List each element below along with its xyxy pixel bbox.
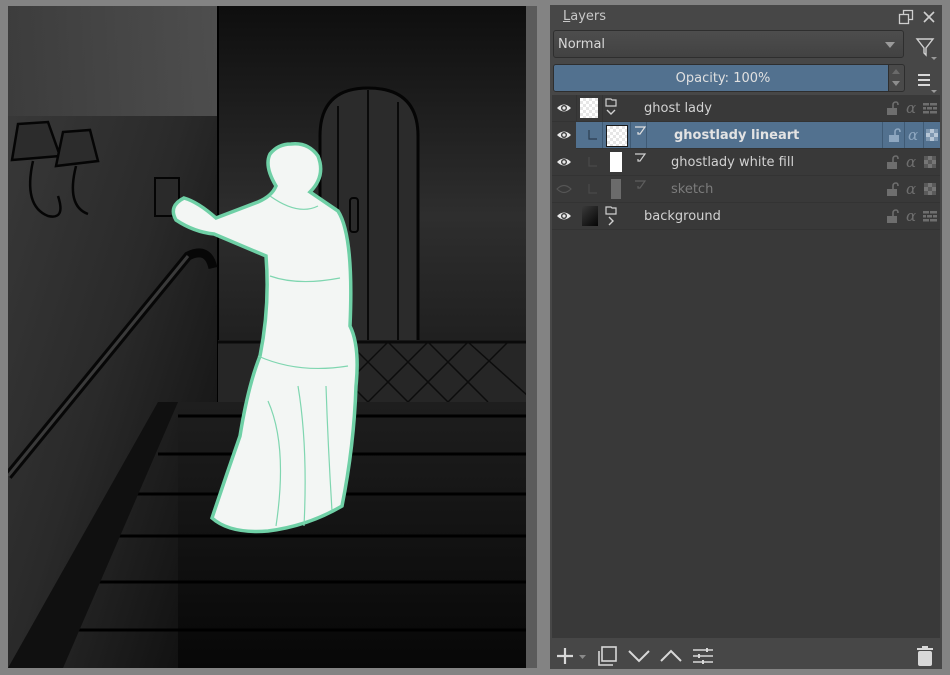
- folder-expanded-icon[interactable]: [604, 98, 618, 118]
- lock-icon[interactable]: [886, 127, 902, 143]
- svg-text:α: α: [906, 208, 916, 224]
- opacity-label: Opacity: 100%: [675, 71, 771, 86]
- visibility-eye-icon[interactable]: [556, 101, 572, 115]
- float-window-icon[interactable]: [898, 9, 914, 25]
- opacity-spinbox[interactable]: [888, 65, 904, 91]
- folder-collapsed-icon[interactable]: [604, 206, 618, 226]
- panel-title: Layers: [563, 9, 607, 24]
- move-down-icon[interactable]: [628, 646, 650, 666]
- alpha-lock-icon[interactable]: α: [904, 100, 920, 116]
- move-up-icon[interactable]: [660, 646, 682, 666]
- svg-text:α: α: [906, 100, 916, 116]
- layer-row-ghostlady-white-fill[interactable]: ghostlady white fill α: [552, 149, 940, 176]
- visibility-eye-icon[interactable]: [556, 128, 572, 142]
- alpha-lock-icon[interactable]: α: [904, 208, 920, 224]
- layers-docker: Layers Normal Opacity: 100% ghost lady α…: [550, 5, 942, 669]
- layer-toolbar: [550, 641, 942, 669]
- inherit-alpha-icon[interactable]: [922, 154, 938, 170]
- layer-thumbnail: [580, 98, 598, 118]
- hamburger-menu-icon[interactable]: [914, 69, 938, 95]
- tree-branch-icon: [588, 157, 597, 167]
- paint-layer-icon: [635, 126, 647, 135]
- pass-through-icon[interactable]: [922, 100, 938, 116]
- layer-thumbnail: [606, 125, 628, 147]
- visibility-hidden-icon[interactable]: [556, 182, 572, 196]
- paint-layer-icon: [635, 153, 647, 162]
- delete-layer-icon[interactable]: [914, 646, 936, 666]
- close-icon[interactable]: [921, 9, 937, 25]
- paint-layer-icon: [635, 180, 647, 189]
- lock-icon[interactable]: [884, 154, 900, 170]
- visibility-eye-icon[interactable]: [556, 155, 572, 169]
- layer-list[interactable]: ghost lady α ghostlady lineart α ghostla…: [552, 95, 940, 638]
- alpha-lock-icon[interactable]: α: [906, 127, 922, 143]
- layer-row-ghost-lady[interactable]: ghost lady α: [552, 95, 940, 122]
- layer-thumbnail: [611, 179, 621, 199]
- layer-name[interactable]: ghost lady: [644, 101, 712, 116]
- svg-text:α: α: [906, 181, 916, 197]
- lock-icon[interactable]: [884, 100, 900, 116]
- tree-branch-icon: [588, 184, 597, 194]
- layer-name[interactable]: sketch: [671, 182, 713, 197]
- artwork-illustration: [8, 6, 537, 668]
- layer-thumbnail: [582, 206, 598, 226]
- alpha-lock-icon[interactable]: α: [904, 154, 920, 170]
- visibility-eye-icon[interactable]: [556, 209, 572, 223]
- chevron-down-icon: [885, 42, 895, 48]
- spin-down-icon[interactable]: [892, 81, 900, 86]
- opacity-slider[interactable]: Opacity: 100%: [553, 64, 905, 92]
- layer-row-sketch[interactable]: sketch α: [552, 176, 940, 203]
- alpha-lock-icon[interactable]: α: [904, 181, 920, 197]
- layer-name[interactable]: background: [644, 209, 721, 224]
- svg-text:α: α: [906, 154, 916, 170]
- tree-branch-icon: [588, 130, 597, 140]
- layer-properties-icon[interactable]: [692, 646, 714, 666]
- add-layer-icon[interactable]: [556, 646, 586, 666]
- lock-icon[interactable]: [884, 208, 900, 224]
- filter-icon[interactable]: [914, 35, 938, 61]
- inherit-alpha-icon[interactable]: [924, 127, 940, 143]
- layer-row-background[interactable]: background α: [552, 203, 940, 230]
- svg-text:α: α: [908, 127, 918, 143]
- layer-thumbnail: [610, 152, 622, 172]
- canvas[interactable]: [8, 6, 537, 668]
- duplicate-layer-icon[interactable]: [596, 646, 618, 666]
- layer-name[interactable]: ghostlady white fill: [671, 155, 794, 170]
- layer-name[interactable]: ghostlady lineart: [674, 128, 799, 143]
- blend-mode-select[interactable]: Normal: [553, 30, 904, 58]
- lock-icon[interactable]: [884, 181, 900, 197]
- spin-up-icon[interactable]: [892, 69, 900, 74]
- layer-row-ghostlady-lineart[interactable]: ghostlady lineart α: [557, 122, 940, 149]
- inherit-alpha-icon[interactable]: [922, 181, 938, 197]
- pass-through-icon[interactable]: [922, 208, 938, 224]
